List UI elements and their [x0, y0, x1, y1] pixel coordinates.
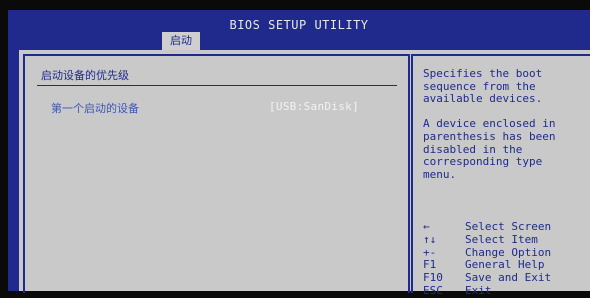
key-row-exit: ESC Exit	[423, 283, 588, 298]
section-title: 启动设备的优先级	[41, 69, 129, 82]
section-divider	[37, 85, 397, 86]
help-paragraph-1: Specifies the boot sequence from the ava…	[423, 67, 543, 106]
key-legend: ← Select Screen ↑↓ Select Item +- Change…	[423, 220, 588, 298]
key-desc: Select Screen	[465, 220, 552, 233]
option-value-first-boot-device[interactable]: [USB:SanDisk]	[269, 100, 359, 113]
help-pane: Specifies the boot sequence from the ava…	[411, 54, 590, 297]
tab-boot[interactable]: 启动	[162, 32, 200, 50]
arrow-left-icon: ←	[423, 220, 430, 233]
key-row-select-screen: ← Select Screen	[423, 220, 588, 234]
help-paragraph-2: A device enclosed in parenthesis has bee…	[423, 117, 556, 181]
key-row-select-item: ↑↓ Select Item	[423, 232, 588, 247]
key-label: ESC	[423, 283, 443, 297]
bios-title: BIOS SETUP UTILITY	[229, 18, 369, 32]
content-panel: 启动设备的优先级 第一个启动的设备 [USB:SanDisk] Specifie…	[19, 50, 590, 297]
help-description: Specifies the boot sequence from the ava…	[423, 67, 588, 181]
key-desc: Exit	[465, 283, 492, 297]
bios-window: BIOS SETUP UTILITY 启动 启动设备的优先级 第一个启动的设备 …	[8, 10, 590, 297]
option-label-first-boot-device[interactable]: 第一个启动的设备	[51, 100, 139, 116]
key-desc: Select Item	[465, 232, 538, 246]
key-row-save-exit: F10 Save and Exit	[423, 271, 588, 285]
arrow-up-down-icon: ↑↓	[423, 232, 437, 246]
main-pane: 启动设备的优先级 第一个启动的设备 [USB:SanDisk]	[23, 54, 410, 293]
